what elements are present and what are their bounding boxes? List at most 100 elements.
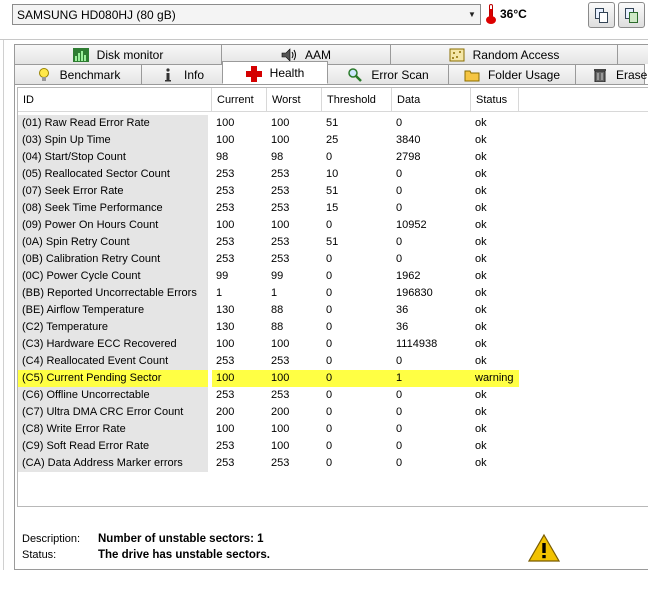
cell-status: ok (475, 202, 487, 214)
tab-info[interactable]: Info (141, 64, 223, 84)
cell-id: (03) Spin Up Time (18, 132, 208, 149)
cell-worst: 253 (271, 389, 290, 401)
copy-screenshot-button[interactable] (618, 2, 645, 28)
table-row[interactable]: (BB) Reported Uncorrectable Errors 1 1 0 196… (18, 285, 648, 302)
cell-data: 0 (396, 457, 403, 469)
copy-screenshot-icon (624, 7, 639, 23)
cell-current: 100 (216, 423, 235, 435)
table-row[interactable]: (07) Seek Error Rate 253 253 51 0 ok (18, 183, 648, 200)
cell-data: 0 (396, 117, 403, 129)
cell-status: ok (475, 355, 487, 367)
cell-data: 0 (396, 202, 403, 214)
cell-current: 253 (216, 236, 235, 248)
table-row[interactable]: (04) Start/Stop Count 98 98 0 2798 ok (18, 149, 648, 166)
trash-icon (592, 68, 608, 82)
table-row[interactable]: (CA) Data Address Marker errors 253 253 0 0 o… (18, 455, 648, 472)
cell-status: ok (475, 185, 487, 197)
cell-data: 1962 (396, 270, 421, 282)
table-row[interactable]: (03) Spin Up Time 100 100 25 3840 ok (18, 132, 648, 149)
table-row[interactable]: (0A) Spin Retry Count 253 253 51 0 ok (18, 234, 648, 251)
description-label: Description: (22, 533, 81, 545)
cell-worst: 253 (271, 236, 290, 248)
table-row[interactable]: (0B) Calibration Retry Count 253 253 0 0 ok (18, 251, 648, 268)
table-row[interactable]: (09) Power On Hours Count 100 100 0 10952 ok (18, 217, 648, 234)
table-row[interactable]: (05) Reallocated Sector Count 253 253 10 0 ok (18, 166, 648, 183)
table-row[interactable]: (C9) Soft Read Error Rate 253 100 0 0 ok (18, 438, 648, 455)
cell-worst: 88 (271, 304, 284, 316)
column-header-data[interactable]: Data (392, 88, 471, 111)
warning-icon (527, 533, 561, 563)
table-row[interactable]: (C8) Write Error Rate 100 100 0 0 ok (18, 421, 648, 438)
column-header-id[interactable]: ID (18, 88, 212, 111)
cell-status: ok (475, 321, 487, 333)
cell-status: warning (471, 370, 519, 387)
table-row[interactable]: (C7) Ultra DMA CRC Error Count 200 200 0 0 ok (18, 404, 648, 421)
column-header-worst[interactable]: Worst (267, 88, 322, 111)
table-row[interactable]: (0C) Power Cycle Count 99 99 0 1962 ok (18, 268, 648, 285)
cell-threshold: 25 (326, 134, 339, 146)
list-body: (01) Raw Read Error Rate 100 100 51 0 ok (03) … (18, 112, 648, 472)
cell-threshold: 0 (326, 219, 333, 231)
column-header-status[interactable]: Status (471, 88, 519, 111)
cell-current: 253 (216, 389, 235, 401)
cell-id: (05) Reallocated Sector Count (18, 166, 208, 183)
table-row[interactable]: (01) Raw Read Error Rate 100 100 51 0 ok (18, 115, 648, 132)
drive-select[interactable]: SAMSUNG HD080HJ (80 gB) ▼ (12, 4, 481, 25)
column-header-threshold[interactable]: Threshold (322, 88, 392, 111)
tab-row-2: Benchmark Info Health Error Scan Folder … (14, 61, 647, 84)
column-header-current[interactable]: Current (212, 88, 267, 111)
cell-status: ok (475, 219, 487, 231)
tab-random-access[interactable]: Random Access (390, 44, 618, 64)
lightbulb-icon (36, 67, 52, 82)
chevron-down-icon[interactable]: ▼ (464, 5, 480, 24)
cell-worst: 200 (271, 406, 290, 418)
cell-status: ok (475, 236, 487, 248)
cell-data: 196830 (396, 287, 433, 299)
cell-id: (09) Power On Hours Count (18, 217, 208, 234)
cell-threshold: 0 (326, 406, 333, 418)
tab-error-scan[interactable]: Error Scan (327, 64, 449, 84)
details-section: Description: Number of unstable sectors:… (22, 531, 270, 563)
cell-status: ok (475, 151, 487, 163)
cell-id: (C6) Offline Uncorrectable (18, 387, 208, 404)
cell-data: 0 (396, 406, 403, 418)
cell-current: 253 (216, 457, 235, 469)
table-row[interactable]: (BE) Airflow Temperature 130 88 0 36 ok (18, 302, 648, 319)
cell-worst: 100 (271, 338, 290, 350)
cell-id: (07) Seek Error Rate (18, 183, 208, 200)
cell-worst: 100 (271, 219, 290, 231)
tab-overflow[interactable] (617, 44, 648, 64)
table-row[interactable]: (C5) Current Pending Sector 100 100 0 1 warni… (18, 370, 648, 387)
red-cross-icon (245, 65, 262, 82)
chart-icon (72, 47, 89, 62)
cell-data: 1114938 (396, 338, 438, 350)
tab-folder-usage[interactable]: Folder Usage (448, 64, 576, 84)
cell-current: 130 (216, 321, 235, 333)
grid-icon (449, 48, 465, 62)
table-row[interactable]: (08) Seek Time Performance 253 253 15 0 ok (18, 200, 648, 217)
cell-worst: 100 (267, 370, 322, 387)
cell-threshold: 0 (326, 270, 333, 282)
cell-status: ok (475, 423, 487, 435)
tab-health[interactable]: Health (222, 61, 328, 84)
cell-id: (BE) Airflow Temperature (18, 302, 208, 319)
cell-id: (08) Seek Time Performance (18, 200, 208, 217)
cell-status: ok (475, 117, 487, 129)
thermometer-icon (486, 4, 496, 24)
tab-error-scan-label: Error Scan (371, 67, 429, 82)
cell-data: 0 (396, 423, 403, 435)
cell-threshold: 51 (326, 185, 339, 197)
cell-worst: 253 (271, 185, 290, 197)
smart-attributes-list[interactable]: ID Current Worst Threshold Data Status (… (17, 87, 648, 507)
tab-erase[interactable]: Erase (575, 64, 647, 84)
tab-benchmark[interactable]: Benchmark (14, 64, 142, 84)
table-row[interactable]: (C2) Temperature 130 88 0 36 ok (18, 319, 648, 336)
tab-disk-monitor[interactable]: Disk monitor (14, 44, 222, 64)
cell-status: ok (475, 270, 487, 282)
table-row[interactable]: (C6) Offline Uncorrectable 253 253 0 0 ok (18, 387, 648, 404)
copy-button[interactable] (588, 2, 615, 28)
cell-id: (C7) Ultra DMA CRC Error Count (18, 404, 208, 421)
cell-data: 0 (396, 253, 403, 265)
table-row[interactable]: (C3) Hardware ECC Recovered 100 100 0 111493… (18, 336, 648, 353)
table-row[interactable]: (C4) Reallocated Event Count 253 253 0 0 ok (18, 353, 648, 370)
